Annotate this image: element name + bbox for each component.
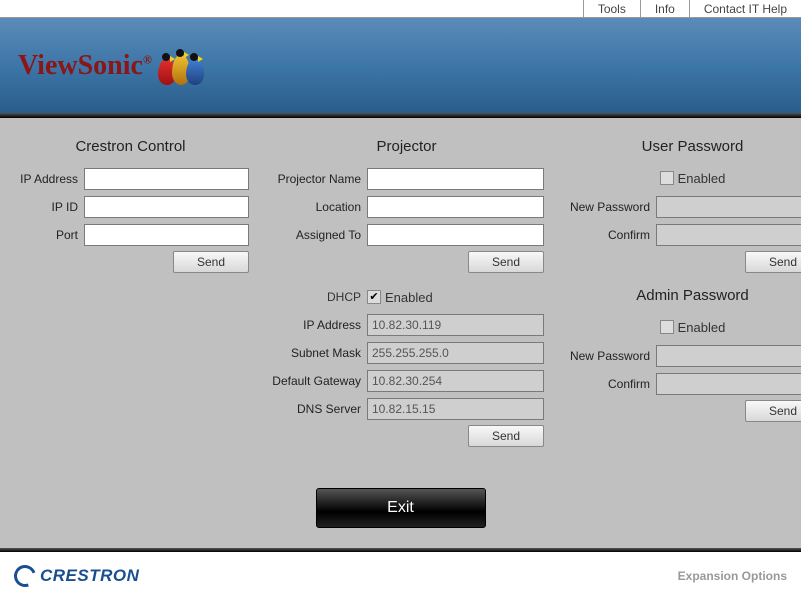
projector-location-label: Location xyxy=(269,200,367,214)
crestron-swirl-icon xyxy=(10,561,39,590)
crestron-ipid-input[interactable] xyxy=(84,196,249,218)
expansion-options-link[interactable]: Expansion Options xyxy=(678,569,787,583)
dhcp-enabled-text: Enabled xyxy=(385,290,433,305)
user-pw-new-label: New Password xyxy=(564,200,656,214)
tab-contact-it-help[interactable]: Contact IT Help xyxy=(689,0,801,17)
crestron-port-label: Port xyxy=(12,228,84,242)
projector-name-input[interactable] xyxy=(367,168,544,190)
projector-assigned-input[interactable] xyxy=(367,224,544,246)
projector-location-input[interactable] xyxy=(367,196,544,218)
top-menubar: Tools Info Contact IT Help xyxy=(0,0,801,18)
main-content: Crestron Control IP Address IP ID Port S… xyxy=(0,118,801,528)
crestron-port-input[interactable] xyxy=(84,224,249,246)
user-password-title: User Password xyxy=(564,138,801,155)
admin-pw-send-button[interactable]: Send xyxy=(745,400,801,422)
projector-title: Projector xyxy=(269,138,544,155)
admin-pw-new-label: New Password xyxy=(564,349,656,363)
crestron-title: Crestron Control xyxy=(12,138,249,155)
exit-button[interactable]: Exit xyxy=(316,488,486,528)
viewsonic-birds-icon xyxy=(158,47,216,85)
crestron-ip-label: IP Address xyxy=(12,172,84,186)
user-pw-send-button[interactable]: Send xyxy=(745,251,801,273)
tab-tools[interactable]: Tools xyxy=(583,0,640,17)
crestron-ipid-label: IP ID xyxy=(12,200,84,214)
crestron-send-button[interactable]: Send xyxy=(173,251,249,273)
user-pw-enabled-text: Enabled xyxy=(678,171,726,186)
user-pw-new-input xyxy=(656,196,801,218)
projector-ip-input xyxy=(367,314,544,336)
admin-pw-confirm-input xyxy=(656,373,801,395)
passwords-section: User Password Enabled New Password Confi… xyxy=(564,138,801,518)
header-banner: ViewSonic® xyxy=(0,18,801,113)
dhcp-label: DHCP xyxy=(269,290,367,304)
projector-subnet-input xyxy=(367,342,544,364)
user-pw-confirm-input xyxy=(656,224,801,246)
admin-pw-confirm-label: Confirm xyxy=(564,377,656,391)
tab-info[interactable]: Info xyxy=(640,0,689,17)
admin-pw-enabled-text: Enabled xyxy=(678,320,726,335)
projector-gateway-input xyxy=(367,370,544,392)
projector-name-label: Projector Name xyxy=(269,172,367,186)
crestron-ip-input[interactable] xyxy=(84,168,249,190)
projector-dns-label: DNS Server xyxy=(269,402,367,416)
crestron-wordmark: CRESTRON xyxy=(40,566,139,586)
projector-subnet-label: Subnet Mask xyxy=(269,346,367,360)
projector-dns-input xyxy=(367,398,544,420)
admin-pw-enabled-checkbox[interactable] xyxy=(660,320,674,334)
projector-ip-label: IP Address xyxy=(269,318,367,332)
user-pw-enabled-checkbox[interactable] xyxy=(660,171,674,185)
projector-send1-button[interactable]: Send xyxy=(468,251,544,273)
dhcp-enabled-checkbox[interactable] xyxy=(367,290,381,304)
admin-pw-new-input xyxy=(656,345,801,367)
user-pw-confirm-label: Confirm xyxy=(564,228,656,242)
projector-gateway-label: Default Gateway xyxy=(269,374,367,388)
crestron-logo: CRESTRON xyxy=(14,565,139,587)
projector-section: Projector Projector Name Location Assign… xyxy=(269,138,544,518)
projector-assigned-label: Assigned To xyxy=(269,228,367,242)
admin-password-title: Admin Password xyxy=(564,287,801,304)
viewsonic-wordmark: ViewSonic® xyxy=(18,50,152,82)
projector-send2-button[interactable]: Send xyxy=(468,425,544,447)
viewsonic-logo: ViewSonic® xyxy=(18,47,216,85)
footer: CRESTRON Expansion Options xyxy=(0,552,801,600)
crestron-control-section: Crestron Control IP Address IP ID Port S… xyxy=(12,138,249,518)
